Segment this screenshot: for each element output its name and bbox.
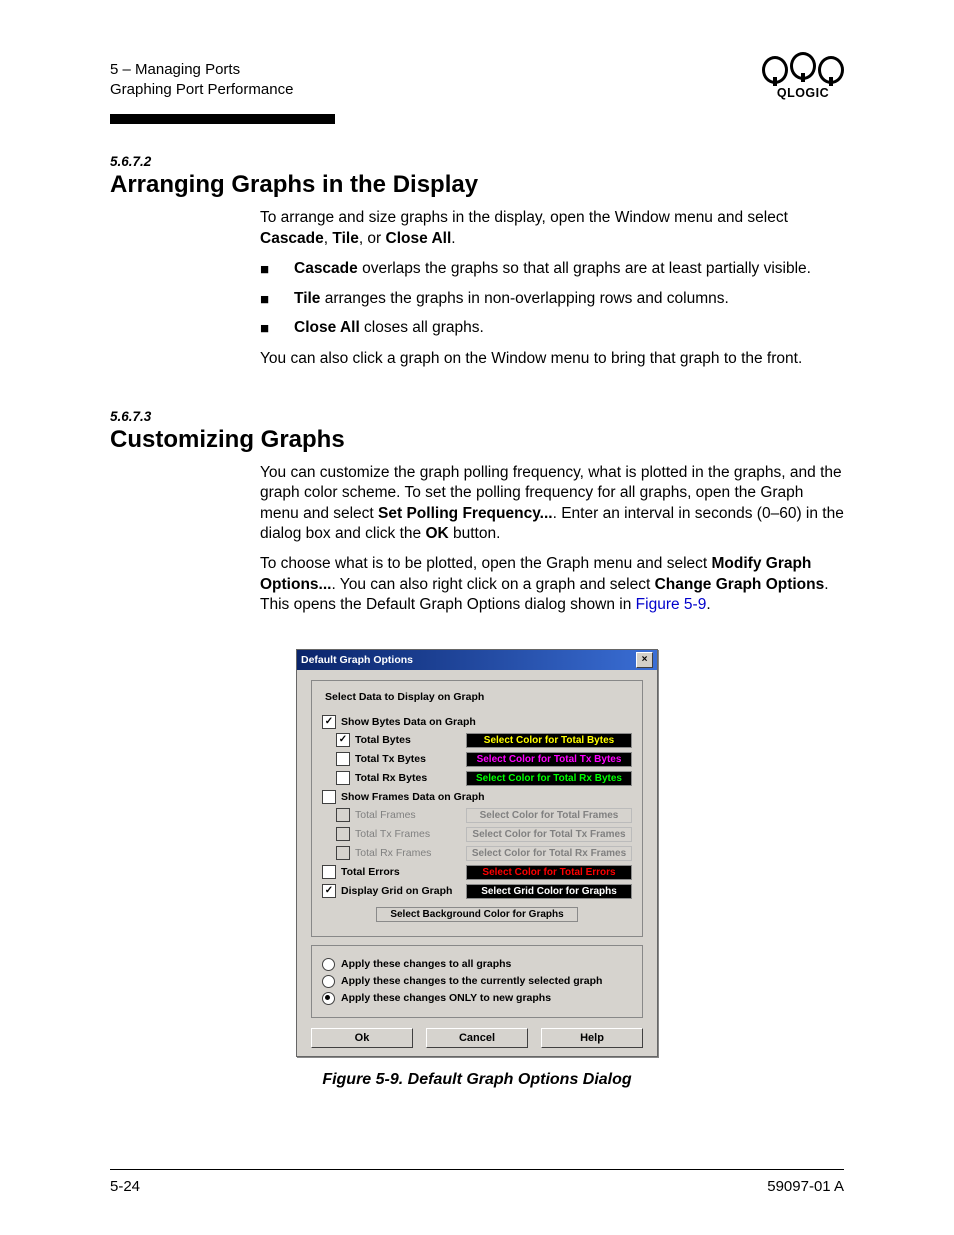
list-item: Close All closes all graphs. — [260, 318, 844, 339]
section-title: Arranging Graphs in the Display — [110, 171, 844, 199]
section-number: 5.6.7.2 — [110, 154, 844, 169]
select-color-total-rx-frames-button: Select Color for Total Rx Frames — [466, 846, 632, 861]
select-color-total-tx-frames-button: Select Color for Total Tx Frames — [466, 827, 632, 842]
list-item: Cascade overlaps the graphs so that all … — [260, 259, 844, 280]
apply-scope-group: Apply these changes to all graphs Apply … — [311, 945, 643, 1018]
radio-apply-new[interactable] — [322, 992, 335, 1005]
checkbox-total-tx-frames — [336, 827, 350, 841]
select-color-total-rx-bytes-button[interactable]: Select Color for Total Rx Bytes — [466, 771, 632, 786]
radio-apply-all[interactable] — [322, 958, 335, 971]
select-background-color-button[interactable]: Select Background Color for Graphs — [376, 907, 578, 922]
bullet-list: Cascade overlaps the graphs so that all … — [260, 259, 844, 339]
select-color-total-frames-button: Select Color for Total Frames — [466, 808, 632, 823]
checkbox-total-bytes[interactable] — [336, 733, 350, 747]
select-color-total-bytes-button[interactable]: Select Color for Total Bytes — [466, 733, 632, 748]
figure-xref-link[interactable]: Figure 5-9 — [636, 596, 707, 613]
checkbox-total-rx-frames — [336, 846, 350, 860]
select-color-total-tx-bytes-button[interactable]: Select Color for Total Tx Bytes — [466, 752, 632, 767]
brand-logo: QLOGIC — [762, 56, 844, 100]
header-black-bar — [110, 114, 335, 124]
brand-name: QLOGIC — [762, 86, 844, 100]
select-color-total-errors-button[interactable]: Select Color for Total Errors — [466, 865, 632, 880]
groupbox-title: Select Data to Display on Graph — [322, 691, 487, 703]
checkbox-total-frames — [336, 808, 350, 822]
dialog-titlebar[interactable]: Default Graph Options × — [297, 650, 657, 670]
checkbox-total-tx-bytes[interactable] — [336, 752, 350, 766]
figure-caption: Figure 5-9. Default Graph Options Dialog — [110, 1071, 844, 1089]
checkbox-total-rx-bytes[interactable] — [336, 771, 350, 785]
chapter-line: 5 – Managing Ports — [110, 60, 293, 80]
checkbox-show-frames[interactable] — [322, 790, 336, 804]
paragraph: You can customize the graph polling freq… — [260, 463, 844, 545]
checkbox-total-errors[interactable] — [322, 865, 336, 879]
select-grid-color-button[interactable]: Select Grid Color for Graphs — [466, 884, 632, 899]
ok-button[interactable]: Ok — [311, 1028, 413, 1048]
paragraph: You can also click a graph on the Window… — [260, 349, 844, 370]
list-item: Tile arranges the graphs in non-overlapp… — [260, 289, 844, 310]
page-number: 5-24 — [110, 1178, 140, 1195]
radio-apply-selected[interactable] — [322, 975, 335, 988]
doc-id: 59097-01 A — [767, 1178, 844, 1195]
close-icon[interactable]: × — [636, 652, 653, 668]
checkbox-display-grid[interactable] — [322, 884, 336, 898]
help-button[interactable]: Help — [541, 1028, 643, 1048]
running-header: 5 – Managing Ports Graphing Port Perform… — [110, 60, 293, 101]
section-line: Graphing Port Performance — [110, 80, 293, 100]
dialog-title: Default Graph Options — [301, 654, 413, 666]
paragraph: To arrange and size graphs in the displa… — [260, 208, 844, 249]
default-graph-options-dialog: Default Graph Options × Select Data to D… — [296, 649, 658, 1057]
section-number: 5.6.7.3 — [110, 409, 844, 424]
paragraph: To choose what is to be plotted, open th… — [260, 554, 844, 616]
cancel-button[interactable]: Cancel — [426, 1028, 528, 1048]
checkbox-show-bytes[interactable] — [322, 715, 336, 729]
section-title: Customizing Graphs — [110, 426, 844, 454]
